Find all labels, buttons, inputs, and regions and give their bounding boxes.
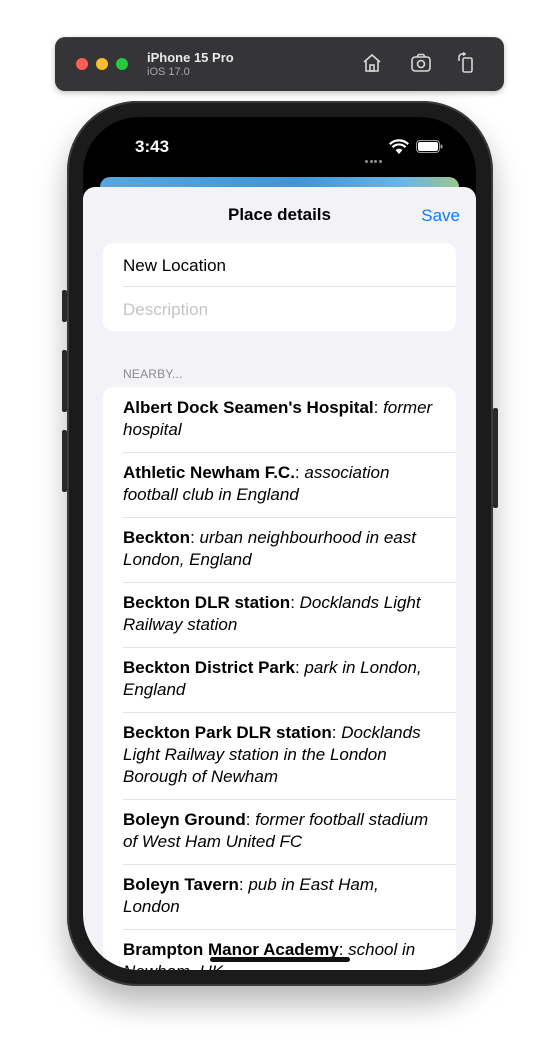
place-name: Beckton Park DLR station xyxy=(123,723,332,742)
place-name: Beckton xyxy=(123,528,191,547)
list-item[interactable]: Beckton: urban neighbourhood in east Lon… xyxy=(103,517,456,582)
place-name: Beckton District Park xyxy=(123,658,295,677)
place-name: Beckton DLR station xyxy=(123,593,291,612)
nearby-list: Albert Dock Seamen's Hospital: former ho… xyxy=(103,387,456,970)
description-field[interactable]: Description xyxy=(123,300,208,320)
list-item[interactable]: Athletic Newham F.C.: association footba… xyxy=(103,452,456,517)
list-item[interactable]: Beckton DLR station: Docklands Light Rai… xyxy=(103,582,456,647)
place-name: Albert Dock Seamen's Hospital xyxy=(123,398,374,417)
simulator-toolbar: iPhone 15 Pro iOS 17.0 xyxy=(55,37,504,91)
place-form: New Location Description xyxy=(103,243,456,331)
place-name: Boleyn Tavern xyxy=(123,875,239,894)
list-item[interactable]: Boleyn Ground: former football stadium o… xyxy=(103,799,456,864)
list-item[interactable]: Brampton Manor Academy: school in Newham… xyxy=(103,929,456,970)
place-name: Boleyn Ground xyxy=(123,810,246,829)
power-button xyxy=(493,408,498,508)
list-item[interactable]: Albert Dock Seamen's Hospital: former ho… xyxy=(103,387,456,452)
nearby-section-header: NEARBY... xyxy=(123,367,183,381)
field-divider xyxy=(123,286,456,287)
wifi-icon xyxy=(389,139,409,154)
volume-up-button xyxy=(62,350,67,412)
close-window-button[interactable] xyxy=(76,58,88,70)
list-item[interactable]: Beckton Park DLR station: Docklands Ligh… xyxy=(103,712,456,799)
sheet-title: Place details xyxy=(227,205,331,224)
status-time: 3:43 xyxy=(135,137,170,156)
location-name-field[interactable]: New Location xyxy=(123,256,226,276)
home-indicator[interactable] xyxy=(210,957,350,962)
volume-down-button xyxy=(62,430,67,492)
device-name: iPhone 15 Pro xyxy=(147,50,234,65)
cellular-icon xyxy=(365,150,385,163)
place-name: Athletic Newham F.C. xyxy=(123,463,295,482)
phone-screen: 3:43 Place details Save New Location Des… xyxy=(83,117,476,970)
place-details-sheet: Place details Save New Location Descript… xyxy=(83,187,476,970)
rotate-icon[interactable] xyxy=(454,51,478,75)
zoom-window-button[interactable] xyxy=(116,58,128,70)
home-icon[interactable] xyxy=(360,51,384,75)
action-button xyxy=(62,290,67,322)
minimize-window-button[interactable] xyxy=(96,58,108,70)
list-item[interactable]: Beckton District Park: park in London, E… xyxy=(103,647,456,712)
os-version: iOS 17.0 xyxy=(147,66,190,78)
save-button[interactable]: Save xyxy=(421,206,460,226)
battery-icon xyxy=(416,140,443,153)
list-item[interactable]: Boleyn Tavern: pub in East Ham, London xyxy=(103,864,456,929)
screenshot-icon[interactable] xyxy=(409,51,433,75)
